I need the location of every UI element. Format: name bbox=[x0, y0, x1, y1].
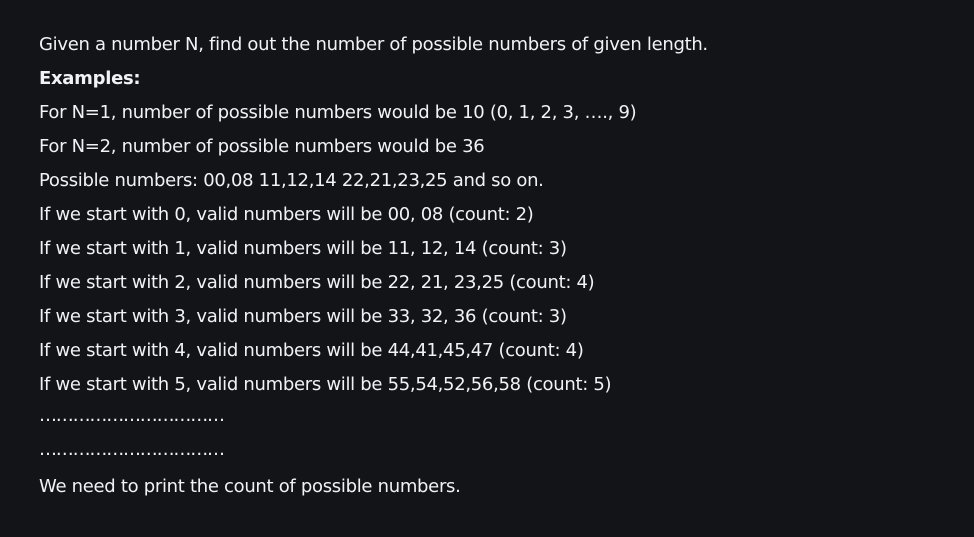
ellipsis-divider: …………………………… bbox=[39, 439, 225, 460]
example-line-n2: For N=2, number of possible numbers woul… bbox=[39, 136, 485, 157]
example-line-start-3: If we start with 3, valid numbers will b… bbox=[39, 306, 567, 327]
example-line-start-1: If we start with 1, valid numbers will b… bbox=[39, 238, 567, 259]
conclusion-text: We need to print the count of possible n… bbox=[39, 476, 461, 497]
example-line-possible-numbers: Possible numbers: 00,08 11,12,14 22,21,2… bbox=[39, 170, 544, 191]
example-line-start-2: If we start with 2, valid numbers will b… bbox=[39, 272, 595, 293]
example-line-start-5: If we start with 5, valid numbers will b… bbox=[39, 374, 612, 395]
problem-description: Given a number N, find out the number of… bbox=[39, 31, 939, 507]
example-line-start-4: If we start with 4, valid numbers will b… bbox=[39, 340, 584, 361]
intro-text: Given a number N, find out the number of… bbox=[39, 34, 708, 55]
example-line-start-0: If we start with 0, valid numbers will b… bbox=[39, 204, 534, 225]
examples-heading: Examples: bbox=[39, 68, 141, 89]
example-line-n1: For N=1, number of possible numbers woul… bbox=[39, 102, 637, 123]
ellipsis-divider: …………………………… bbox=[39, 405, 225, 426]
